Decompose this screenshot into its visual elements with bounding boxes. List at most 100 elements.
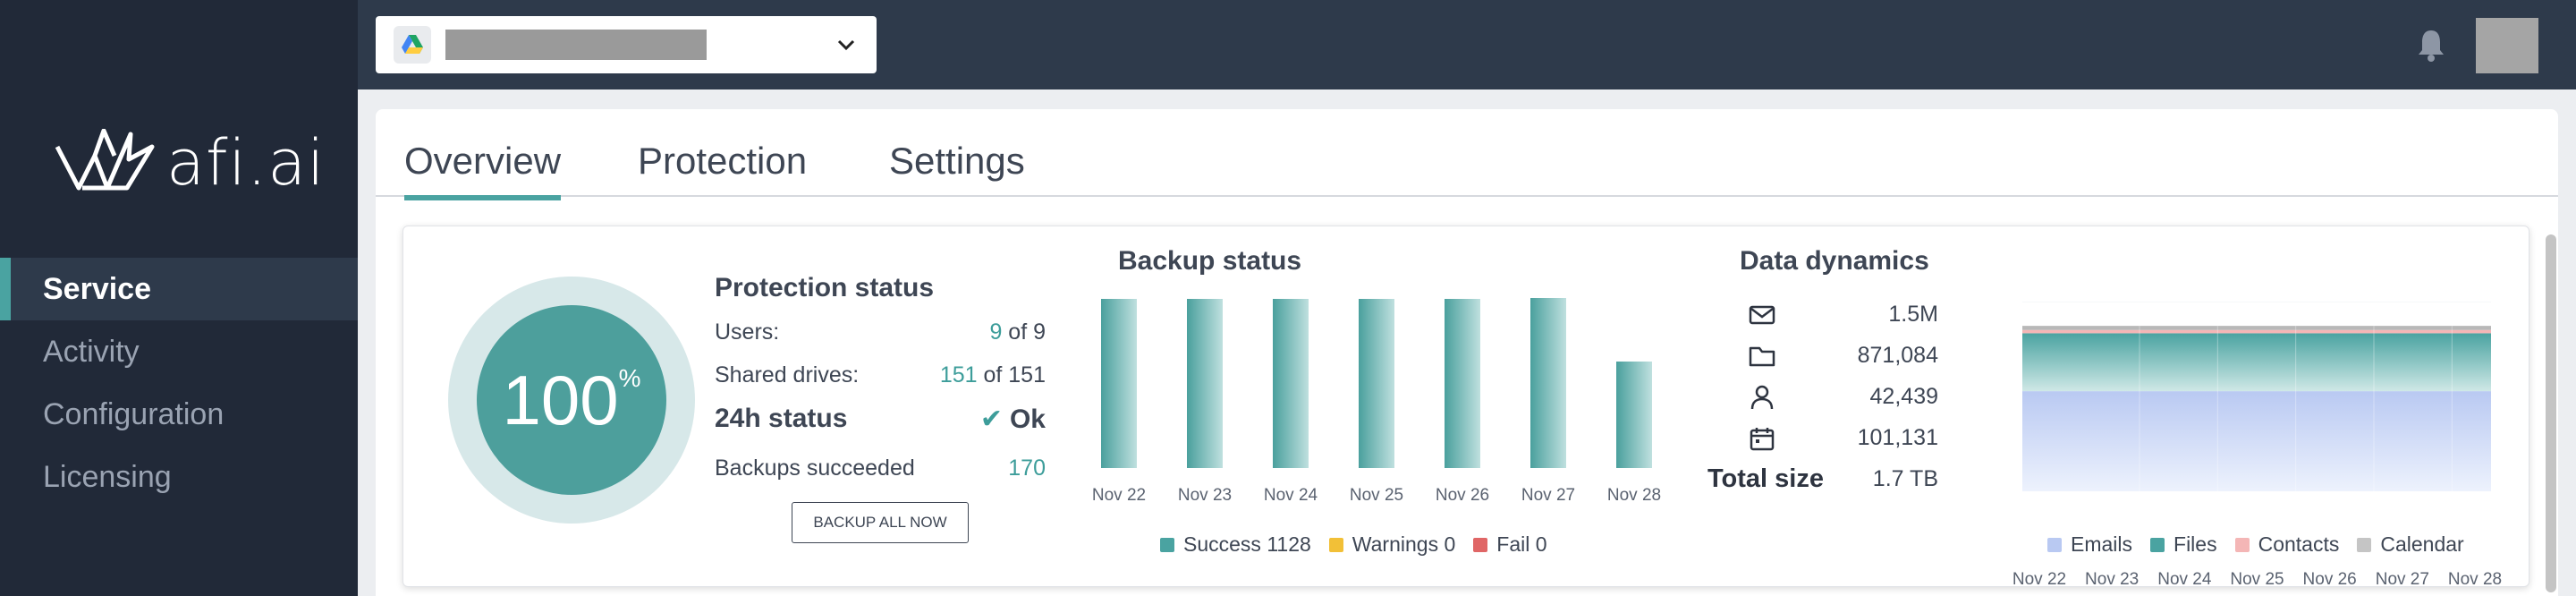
content-area: Overview Protection Settings 100 % Prote… xyxy=(358,89,2576,596)
data-dynamics-plot xyxy=(2022,301,2491,492)
x-tick-label: Nov 24 xyxy=(1263,486,1318,505)
x-tick-label: Nov 22 xyxy=(1091,486,1147,505)
shared-drives-count: 151 of 151 xyxy=(940,362,1046,388)
x-tick-label: Nov 24 xyxy=(2157,570,2212,589)
backup-bar[interactable] xyxy=(1187,299,1223,468)
total-size-value: 1.7 TB xyxy=(1872,466,1938,491)
legend-calendar[interactable]: Calendar xyxy=(2357,532,2464,557)
contacts-count: 42,439 xyxy=(1869,384,1938,409)
gauge-value: 100 xyxy=(502,360,619,439)
dd-row-files: 871,084 xyxy=(1707,343,1938,369)
scrollbar[interactable] xyxy=(2546,234,2556,592)
tab-overview[interactable]: Overview xyxy=(404,140,562,200)
data-dynamics-legend: Emails Files Contacts Calendar xyxy=(2047,532,2482,557)
legend-label: Calendar xyxy=(2380,532,2464,556)
x-tick-label: Nov 23 xyxy=(2085,570,2140,589)
avatar[interactable] xyxy=(2476,18,2538,73)
sidebar-item-activity[interactable]: Activity xyxy=(0,320,358,383)
backup-all-now-button[interactable]: BACKUP ALL NOW xyxy=(792,502,969,543)
legend-files[interactable]: Files xyxy=(2150,532,2217,557)
bell-icon[interactable] xyxy=(2415,27,2447,63)
area-series-contacts[interactable] xyxy=(2022,329,2491,334)
protection-gauge: 100 % xyxy=(448,277,695,524)
shared-drives-label: Shared drives: xyxy=(715,362,860,387)
gauge-center: 100 % xyxy=(477,305,666,495)
legend-fail[interactable]: Fail 0 xyxy=(1473,532,1547,557)
backup-bar[interactable] xyxy=(1359,299,1394,468)
dd-row-calendar: 101,131 xyxy=(1707,425,1938,451)
x-tick-label: Nov 28 xyxy=(2447,570,2503,589)
overview-card: 100 % Protection status Users: 9 of 9 Sh… xyxy=(402,226,2529,589)
dd-row-contacts: 42,439 xyxy=(1707,384,1938,410)
legend-label: Emails xyxy=(2071,532,2133,556)
x-tick-label: Nov 27 xyxy=(2375,570,2429,589)
backup-status-title: Backup status xyxy=(1118,246,1302,276)
tab-protection[interactable]: Protection xyxy=(638,140,807,195)
users-label: Users: xyxy=(715,319,780,345)
backup-bar[interactable] xyxy=(1101,299,1137,468)
backup-bar[interactable] xyxy=(1530,298,1566,468)
legend-swatch xyxy=(1328,537,1343,552)
legend-swatch xyxy=(2357,537,2372,552)
files-count: 871,084 xyxy=(1857,343,1938,368)
data-dynamics-chart: Nov 22 Nov 23 Nov 24 Nov 25 Nov 26 Nov 27 Nov … xyxy=(2012,301,2502,589)
legend-label: Success 1128 xyxy=(1183,532,1311,556)
total-size-label: Total size xyxy=(1707,464,1824,493)
users-value[interactable]: 9 xyxy=(989,319,1002,345)
tab-settings[interactable]: Settings xyxy=(889,140,1025,195)
protection-status-title: Protection status xyxy=(715,273,935,302)
backups-value[interactable]: 170 xyxy=(1008,456,1046,481)
x-tick-label: Nov 22 xyxy=(2012,570,2067,589)
legend-swatch xyxy=(1160,537,1174,552)
check-icon: ✔ xyxy=(979,404,1003,434)
x-tick-label: Nov 23 xyxy=(1177,486,1233,505)
shared-drives-total: of 151 xyxy=(983,362,1046,387)
x-tick-label: Nov 26 xyxy=(1435,486,1490,505)
x-tick-label: Nov 25 xyxy=(1349,486,1404,505)
person-icon xyxy=(1747,385,1777,410)
backup-bar[interactable] xyxy=(1273,299,1309,468)
sidebar-item-licensing[interactable]: Licensing xyxy=(0,446,358,508)
status-24h: ✔ Ok xyxy=(980,404,1046,435)
users-row: Users: 9 of 9 xyxy=(715,319,1046,345)
area-series-calendar[interactable] xyxy=(2022,326,2491,330)
chevron-down-icon xyxy=(837,39,855,51)
total-size-row: Total size 1.7 TB xyxy=(1707,464,1938,494)
calendar-icon xyxy=(1747,426,1777,451)
account-name-redacted xyxy=(445,30,707,60)
legend-emails[interactable]: Emails xyxy=(2047,532,2132,557)
afi-logo[interactable]: afi.ai xyxy=(52,127,326,199)
sidebar-item-service[interactable]: Service xyxy=(0,258,358,320)
dd-row-emails: 1.5M xyxy=(1707,302,1938,328)
area-series-files[interactable] xyxy=(2022,333,2491,392)
status-24h-value: Ok xyxy=(1009,404,1046,434)
x-tick-label: Nov 27 xyxy=(1521,486,1576,505)
legend-success[interactable]: Success 1128 xyxy=(1160,532,1311,557)
legend-swatch xyxy=(1473,537,1488,552)
legend-label: Files xyxy=(2174,532,2217,556)
tab-bar: Overview Protection Settings xyxy=(376,109,2558,200)
backup-bar[interactable] xyxy=(1445,299,1480,468)
x-tick-label: Nov 28 xyxy=(1606,486,1662,505)
area-series-emails[interactable] xyxy=(2022,391,2491,491)
backup-bar[interactable] xyxy=(1616,362,1652,468)
backup-status-chart: Nov 22 Nov 23 Nov 24 Nov 25 Nov 26 Nov 27 Nov … xyxy=(1092,298,1661,505)
account-selector[interactable] xyxy=(376,16,877,73)
sidebar-item-configuration[interactable]: Configuration xyxy=(0,383,358,446)
backup-status-legend: Success 1128 Warnings 0 Fail 0 xyxy=(1160,532,1565,557)
shared-drives-value[interactable]: 151 xyxy=(940,362,978,387)
envelope-icon xyxy=(1747,304,1777,326)
x-tick-label: Nov 25 xyxy=(2230,570,2284,589)
legend-label: Warnings 0 xyxy=(1352,532,1456,556)
legend-swatch xyxy=(2047,537,2062,552)
backups-label: Backups succeeded xyxy=(715,456,915,481)
legend-label: Contacts xyxy=(2258,532,2340,556)
x-tick-label: Nov 26 xyxy=(2302,570,2357,589)
backups-row: Backups succeeded 170 xyxy=(715,456,1046,481)
users-count: 9 of 9 xyxy=(989,319,1046,345)
calendar-count: 101,131 xyxy=(1857,425,1938,450)
emails-count: 1.5M xyxy=(1888,302,1938,327)
legend-warnings[interactable]: Warnings 0 xyxy=(1328,532,1456,557)
legend-label: Fail 0 xyxy=(1496,532,1547,556)
legend-contacts[interactable]: Contacts xyxy=(2234,532,2340,557)
